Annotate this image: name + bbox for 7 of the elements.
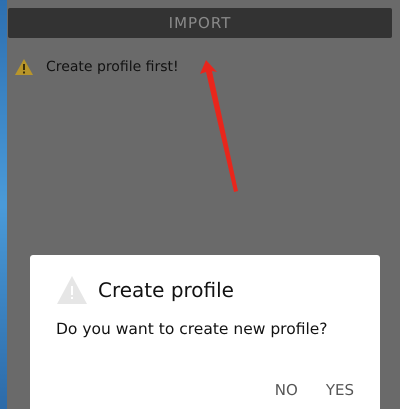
dialog-title: Create profile <box>98 278 234 302</box>
warning-icon <box>14 58 34 76</box>
warning-icon <box>56 275 88 305</box>
yes-button[interactable]: YES <box>318 377 362 403</box>
dialog-message: Do you want to create new profile? <box>56 320 329 338</box>
warning-message: Create profile first! <box>46 59 179 75</box>
no-button[interactable]: NO <box>266 377 306 403</box>
